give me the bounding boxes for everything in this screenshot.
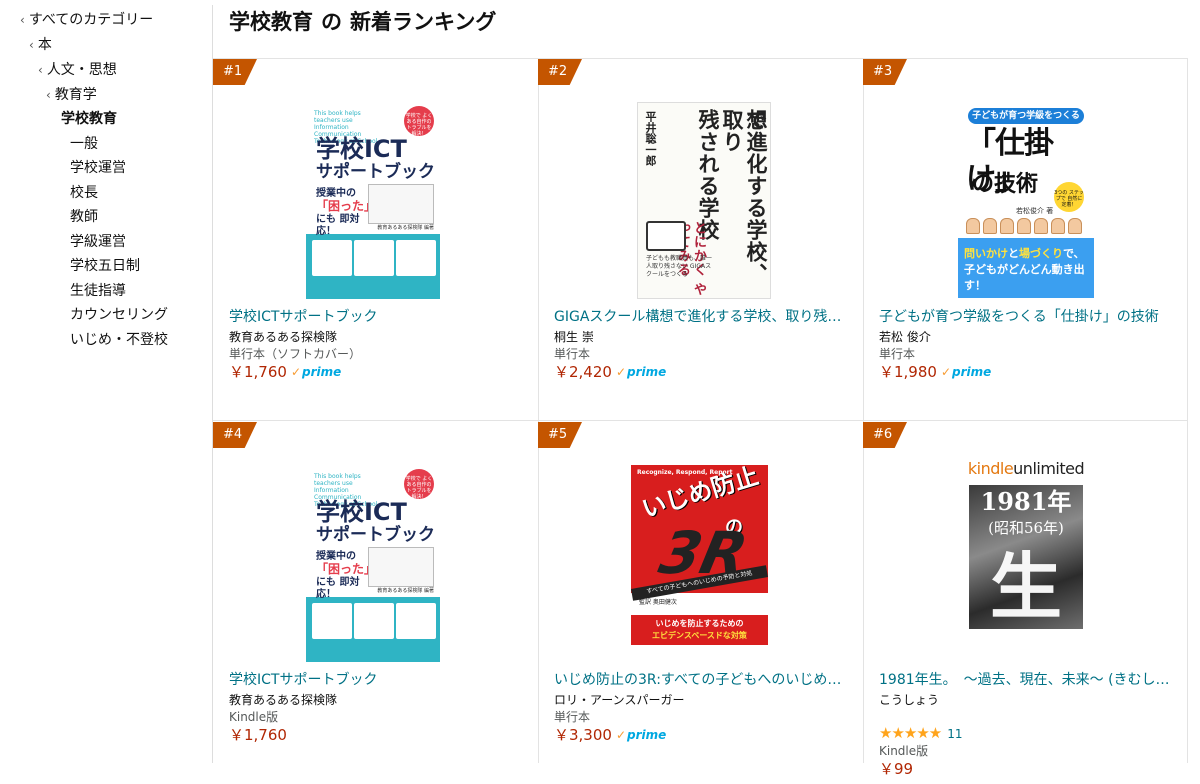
- product-title-link[interactable]: 学校ICTサポートブック: [229, 671, 529, 689]
- category-sidebar: ‹ すべてのカテゴリー ‹ 本 ‹ 人文・思想 ‹ 教育学 学校教育 一般 学校運営 校…: [0, 0, 212, 763]
- product-card: #1 This book helps teachers use Informat…: [213, 58, 538, 421]
- product-format: 単行本: [879, 347, 916, 361]
- rank-badge: #3: [863, 59, 907, 85]
- subcategory-link[interactable]: 教師: [70, 207, 98, 227]
- star-rating[interactable]: ★★★★★ 11: [879, 724, 963, 742]
- check-icon: ✓: [615, 728, 627, 742]
- product-format: Kindle版: [879, 744, 929, 758]
- book-cover-image[interactable]: This book helps teachers use Information…: [306, 102, 440, 299]
- product-author: 桐生 崇: [554, 330, 594, 344]
- product-title-link[interactable]: 子どもが育つ学級をつくる「仕掛け」の技術: [879, 308, 1179, 326]
- product-price[interactable]: ￥1,760: [229, 726, 287, 744]
- promo-seal: 3つの ステップで 自然に定着！: [1054, 182, 1084, 212]
- product-price[interactable]: ￥2,420: [554, 363, 612, 381]
- check-icon: ✓: [290, 365, 302, 379]
- product-author: ロリ・アーンスパーガー: [554, 693, 685, 707]
- product-price[interactable]: ￥1,760: [229, 363, 287, 381]
- chevron-left-icon: ‹: [38, 63, 43, 77]
- breadcrumb-pedagogy[interactable]: ‹ 教育学: [46, 85, 97, 105]
- breadcrumb-all-categories[interactable]: ‹ すべてのカテゴリー: [20, 10, 153, 30]
- book-cover-image[interactable]: 子どもが育つ学級をつくる 「仕掛け」 の技術 3つの ステップで 自然に定着！ …: [958, 102, 1094, 299]
- subcategory-link[interactable]: カウンセリング: [70, 305, 168, 325]
- rank-badge: #4: [213, 422, 257, 448]
- prime-badge: ✓prime: [615, 728, 667, 742]
- rating-count[interactable]: 11: [947, 727, 962, 741]
- subcategory-link[interactable]: 学校五日制: [70, 256, 140, 276]
- illustration: [368, 184, 434, 224]
- book-cover-image[interactable]: Recognize, Respond, Report いじめ防止 の 3R すべ…: [631, 465, 768, 662]
- product-card: #4 This book helps teachers use Informat…: [213, 421, 538, 784]
- page-title: 学校教育の新着ランキング: [229, 10, 497, 34]
- product-title-link[interactable]: GIGAスクール構想で進化する学校、取り残さ…: [554, 308, 854, 326]
- product-price[interactable]: ￥1,980: [879, 363, 937, 381]
- subcategory-link[interactable]: 一般: [70, 134, 98, 154]
- rank-badge: #5: [538, 422, 582, 448]
- book-cover-image[interactable]: GIGAスクール構想 で進化する学校、取り 残される学校 とにかく やってみる …: [637, 102, 771, 299]
- prime-badge: ✓prime: [615, 365, 667, 379]
- product-price[interactable]: ￥3,300: [554, 726, 612, 744]
- star-icons: ★★★★★: [879, 724, 942, 742]
- current-category: 学校教育: [61, 111, 117, 127]
- subcategory-link[interactable]: いじめ・不登校: [70, 330, 168, 350]
- subcategory-link[interactable]: 生徒指導: [70, 281, 126, 301]
- ranking-grid: #1 This book helps teachers use Informat…: [213, 58, 1188, 778]
- product-title-link[interactable]: 1981年生。 ～過去、現在、未来～ (きむし…: [879, 671, 1179, 689]
- product-author: 教育あるある探検隊: [229, 330, 338, 344]
- rank-badge: #6: [863, 422, 907, 448]
- product-format: 単行本: [554, 347, 591, 361]
- chevron-left-icon: ‹: [46, 88, 51, 102]
- rank-badge: #2: [538, 59, 582, 85]
- kindle-unlimited-logo: kindleunlimited: [967, 459, 1085, 478]
- promo-seal: 学校で よくある自作の トラブルを 解決！: [404, 469, 434, 500]
- product-title-link[interactable]: 学校ICTサポートブック: [229, 308, 529, 326]
- check-icon: ✓: [940, 365, 952, 379]
- cover-author: 平井聡一郎: [644, 111, 657, 166]
- breadcrumb-humanities[interactable]: ‹ 人文・思想: [38, 60, 117, 80]
- product-author: こうしょう: [879, 693, 940, 707]
- product-card: #6 kindleunlimited 1981年 (昭和56年) 生 1981年…: [863, 421, 1188, 784]
- subcategory-link[interactable]: 学級運営: [70, 232, 126, 252]
- product-author: 教育あるある探検隊: [229, 693, 338, 707]
- chevron-left-icon: ‹: [29, 38, 34, 52]
- subcategory-link[interactable]: 学校運営: [70, 158, 126, 178]
- product-author: 若松 俊介: [879, 330, 931, 344]
- product-card: #5 Recognize, Respond, Report いじめ防止 の 3R…: [538, 421, 863, 784]
- tablet-illustration: [646, 221, 686, 251]
- promo-seal: 学校で よくある自作の トラブルを 解決！: [404, 106, 434, 137]
- check-icon: ✓: [615, 365, 627, 379]
- product-card: #2 GIGAスクール構想 で進化する学校、取り 残される学校 とにかく やって…: [538, 58, 863, 421]
- product-card: #3 子どもが育つ学級をつくる 「仕掛け」 の技術 3つの ステップで 自然に定…: [863, 58, 1188, 421]
- breadcrumb-books[interactable]: ‹ 本: [29, 35, 52, 55]
- rank-badge: #1: [213, 59, 257, 85]
- product-format: 単行本（ソフトカバー）: [229, 347, 362, 361]
- chevron-left-icon: ‹: [20, 13, 25, 27]
- prime-badge: ✓prime: [290, 365, 342, 379]
- product-format: 単行本: [554, 710, 591, 724]
- children-illustration: [966, 218, 1086, 238]
- book-cover-image[interactable]: kindleunlimited 1981年 (昭和56年) 生: [961, 459, 1091, 663]
- illustration: [368, 547, 434, 587]
- prime-badge: ✓prime: [940, 365, 992, 379]
- product-title-link[interactable]: いじめ防止の3R:すべての子どもへのいじめの…: [554, 671, 854, 689]
- product-format: Kindle版: [229, 710, 279, 724]
- subcategory-link[interactable]: 校長: [70, 183, 98, 203]
- book-cover-image[interactable]: This book helps teachers use Information…: [306, 465, 440, 662]
